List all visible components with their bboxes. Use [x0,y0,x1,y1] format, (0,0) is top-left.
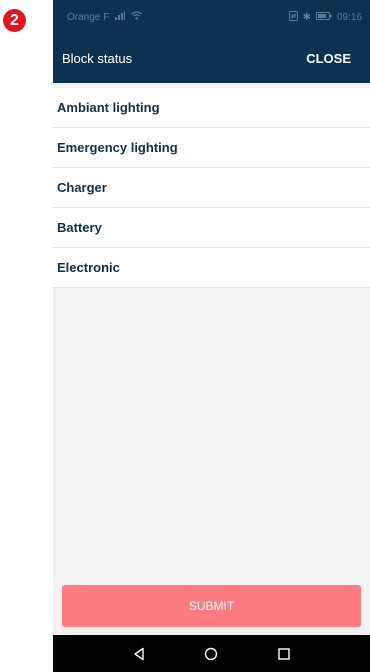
nfc-icon [288,11,298,24]
app-bar: Block status CLOSE [53,36,370,83]
back-icon[interactable] [129,644,149,664]
list-item-charger[interactable]: Charger [53,168,370,208]
close-button[interactable]: CLOSE [306,51,351,66]
status-time: 09:16 [336,12,362,23]
status-bar: Orange F ✱ 09:16 [53,0,370,36]
list-item-emergency-lighting[interactable]: Emergency lighting [53,128,370,168]
wifi-icon [131,11,143,23]
submit-button[interactable]: SUBMIT [62,585,361,627]
list-item-ambiant-lighting[interactable]: Ambiant lighting [53,88,370,128]
page-title: Block status [62,51,133,66]
list-item-electronic[interactable]: Electronic [53,248,370,288]
block-status-list: Ambiant lighting Emergency lighting Char… [53,88,370,288]
system-nav-bar [53,635,370,672]
signal-icon [115,11,126,23]
bluetooth-icon: ✱ [302,12,311,23]
carrier-name: Orange F [67,11,110,23]
battery-icon [315,12,332,23]
home-icon[interactable] [201,644,221,664]
step-number-badge: 2 [3,9,26,32]
phone-screen: Orange F ✱ 09:16 Block status CLOSE Ambi… [53,0,370,672]
list-item-battery[interactable]: Battery [53,208,370,248]
recents-icon[interactable] [274,644,294,664]
